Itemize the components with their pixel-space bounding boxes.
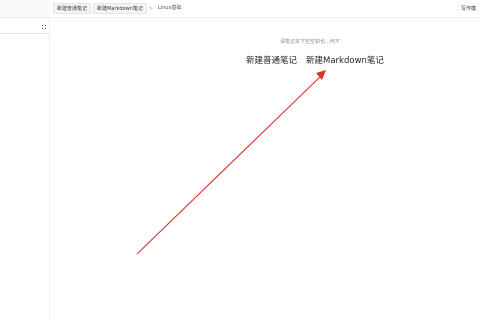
new-markdown-note-link[interactable]: 新建Markdown笔记 bbox=[306, 54, 384, 66]
annotation-arrow bbox=[136, 70, 326, 255]
grid-icon[interactable] bbox=[41, 24, 47, 30]
arrow-head bbox=[316, 70, 326, 80]
tab-separator: > bbox=[148, 5, 154, 12]
top-right-button[interactable]: 写作模 bbox=[461, 0, 476, 18]
empty-notebook-hint: 请笔记本下空空如也...何不 bbox=[280, 39, 340, 45]
tab-new-plain-note[interactable]: 新建普通笔记 bbox=[53, 3, 92, 14]
tab-linux-basics[interactable]: Linux基础 bbox=[155, 3, 184, 14]
sidebar-header bbox=[0, 0, 50, 18]
app-window: 新建普通笔记 新建Markdown笔记 > Linux基础 写作模 请笔记本下空… bbox=[0, 0, 480, 320]
tab-new-markdown-note[interactable]: 新建Markdown笔记 bbox=[93, 3, 147, 14]
new-note-links: 新建普通笔记 新建Markdown笔记 bbox=[246, 54, 384, 66]
sidebar-divider bbox=[0, 33, 50, 34]
arrow-shaft bbox=[136, 74, 323, 255]
new-plain-note-link[interactable]: 新建普通笔记 bbox=[246, 54, 297, 66]
sidebar bbox=[0, 0, 50, 320]
tab-bar: 新建普通笔记 新建Markdown笔记 > Linux基础 写作模 bbox=[51, 0, 480, 18]
